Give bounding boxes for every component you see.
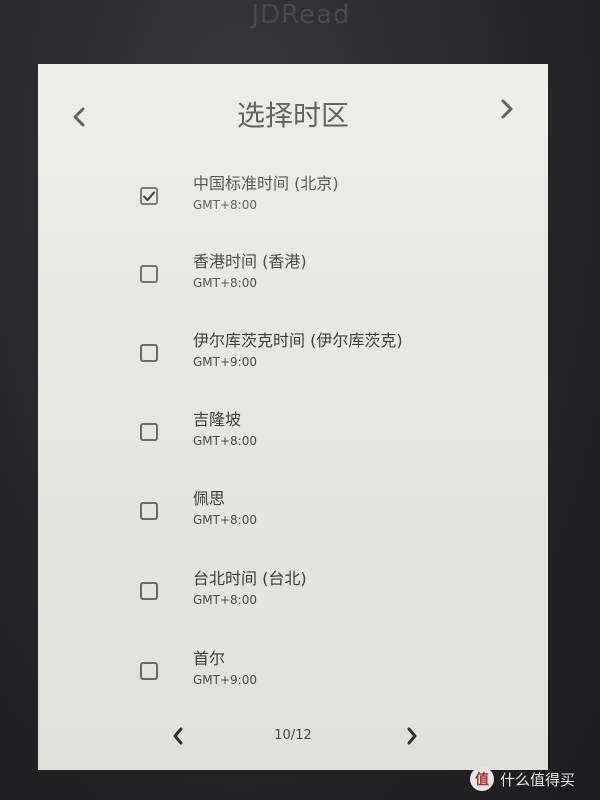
timezone-item[interactable]: 吉隆坡 GMT+8:00 [128,403,488,459]
timezone-offset: GMT+8:00 [193,276,257,290]
timezone-item[interactable]: 佩思 GMT+8:00 [128,482,488,538]
timezone-checkbox[interactable] [140,662,158,680]
timezone-checkbox[interactable] [140,423,158,441]
checkmark-icon [142,191,156,202]
timezone-item[interactable]: 首尔 GMT+9:00 [128,642,488,698]
timezone-item[interactable]: 中国标准时间 (北京) GMT+8:00 [128,167,488,223]
header-prev-button[interactable] [64,102,94,132]
timezone-name: 首尔 [193,649,226,668]
device-brand-logo: JDRead [251,0,351,30]
timezone-offset: GMT+8:00 [193,593,257,607]
timezone-offset: GMT+8:00 [193,513,257,527]
timezone-name: 中国标准时间 (北京) [193,174,339,193]
timezone-item[interactable]: 台北时间 (台北) GMT+8:00 [128,562,488,618]
chevron-right-icon [407,727,417,745]
chevron-right-icon [501,99,513,119]
chevron-left-icon [173,727,183,745]
timezone-offset: GMT+8:00 [193,434,257,448]
timezone-name: 香港时间 (香港) [193,252,307,271]
timezone-name: 佩思 [193,489,226,508]
page-indicator: 10/12 [274,728,312,743]
chevron-left-icon [73,107,85,127]
timezone-checkbox[interactable] [140,582,158,600]
timezone-name: 伊尔库茨克时间 (伊尔库茨克) [193,331,403,350]
timezone-checkbox[interactable] [140,502,158,520]
timezone-offset: GMT+8:00 [193,198,257,212]
timezone-checkbox[interactable] [140,265,158,283]
watermark-text: 什么值得买 [500,770,576,789]
timezone-checkbox[interactable] [140,187,158,205]
timezone-name: 台北时间 (台北) [193,569,307,588]
timezone-offset: GMT+9:00 [193,355,257,369]
timezone-checkbox[interactable] [140,344,158,362]
watermark-logo-icon: 值 [470,767,494,791]
timezone-item[interactable]: 香港时间 (香港) GMT+8:00 [128,245,488,301]
header-next-button[interactable] [492,94,522,124]
watermark: 值 什么值得买 [470,764,598,794]
page-title: 选择时区 [236,99,349,132]
pager-prev-button[interactable] [166,722,190,750]
timezone-offset: GMT+9:00 [193,673,257,687]
timezone-item[interactable]: 伊尔库茨克时间 (伊尔库茨克) GMT+9:00 [128,324,488,380]
e-reader-screen: 选择时区 中国标准时间 (北京) GMT+8:00 香港时间 (香港) GMT+… [38,64,548,770]
pager-next-button[interactable] [400,722,424,750]
timezone-name: 吉隆坡 [193,410,242,429]
